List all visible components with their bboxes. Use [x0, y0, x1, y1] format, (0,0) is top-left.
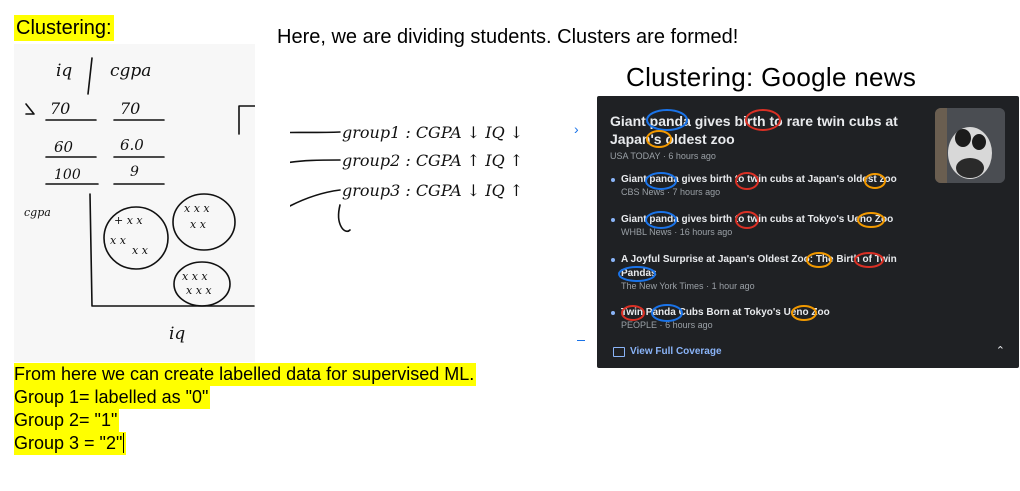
x-axis-label: iq	[169, 324, 185, 344]
svg-text:x x: x x	[110, 234, 127, 247]
svg-text:x x: x x	[190, 218, 207, 231]
highlight-rings	[618, 109, 886, 322]
col-a-label: iq	[56, 61, 72, 81]
coverage-icon	[613, 346, 625, 357]
note-line: Group 1= labelled as "0"	[14, 386, 211, 409]
note-line: Group 3 = "2"	[14, 432, 127, 455]
group3-note: group3 : CGPA ↓ IQ ↑	[342, 181, 523, 200]
notes: From here we can create labelled data fo…	[14, 363, 477, 455]
heading: Clustering:	[14, 15, 114, 41]
group2-note: group2 : CGPA ↑ IQ ↑	[342, 151, 523, 170]
view-full-coverage-label: View Full Coverage	[630, 346, 722, 357]
whiteboard-sketch: iq cgpa 70 70 60 6.0 100 9 cgpa + x x x …	[14, 44, 255, 362]
text-cursor	[123, 433, 125, 453]
note-line-text: Group 3 = "2"	[14, 433, 123, 453]
group-annotations: group1 : CGPA ↓ IQ ↓ group2 : CGPA ↑ IQ …	[290, 123, 523, 232]
collapse-dash-icon[interactable]	[577, 340, 585, 341]
svg-text:x x: x x	[132, 244, 149, 257]
expand-arrow-icon[interactable]: ›	[574, 121, 579, 137]
svg-text:x x x: x x x	[184, 202, 210, 215]
row3-a: 100	[54, 167, 81, 183]
svg-text:x x x: x x x	[182, 270, 208, 283]
y-axis-label: cgpa	[24, 206, 51, 219]
row2-a: 60	[54, 138, 74, 156]
intro-text: Here, we are dividing students. Clusters…	[277, 26, 739, 48]
view-full-coverage-link[interactable]: View Full Coverage	[613, 346, 722, 357]
google-news-title: Clustering: Google news	[626, 62, 917, 92]
row1-a: 70	[50, 99, 70, 118]
note-line: From here we can create labelled data fo…	[14, 363, 477, 386]
row1-b: 70	[120, 99, 140, 118]
svg-text:+ x x: + x x	[114, 214, 143, 227]
row3-b: 9	[130, 164, 139, 180]
col-b-label: cgpa	[110, 61, 151, 81]
group1-note: group1 : CGPA ↓ IQ ↓	[342, 123, 523, 142]
svg-text:x x x: x x x	[186, 284, 212, 297]
row2-b: 6.0	[120, 136, 144, 154]
chevron-up-icon[interactable]: ⌃	[996, 344, 1005, 357]
note-line: Group 2= "1"	[14, 409, 120, 432]
google-news-panel: Giant panda gives birth to rare twin cub…	[597, 96, 1019, 368]
